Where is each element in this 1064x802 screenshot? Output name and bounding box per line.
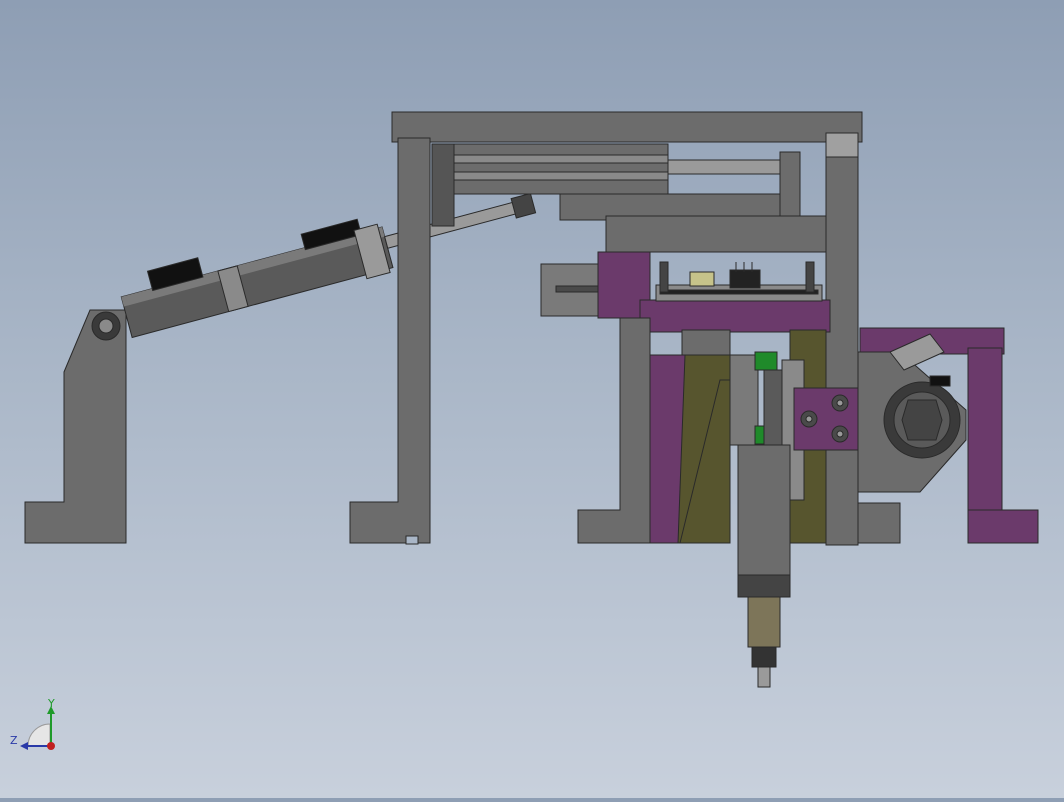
assembly-drawing <box>24 111 1039 688</box>
cad-graphics-area[interactable]: Y Z <box>0 0 1064 798</box>
y-axis-label: Y <box>47 698 55 710</box>
coordinate-triad-icon: Y Z <box>10 697 55 750</box>
pneumatic-cylinder[interactable] <box>117 170 541 341</box>
side-mount-block[interactable] <box>793 387 859 451</box>
coordinate-triad: Y Z <box>8 697 68 758</box>
pcb-holder[interactable] <box>655 261 823 302</box>
left-base-bracket[interactable] <box>24 309 127 544</box>
rotary-actuator[interactable] <box>857 333 967 493</box>
upper-slide-rails[interactable] <box>431 143 827 253</box>
z-axis-label: Z <box>10 734 18 747</box>
